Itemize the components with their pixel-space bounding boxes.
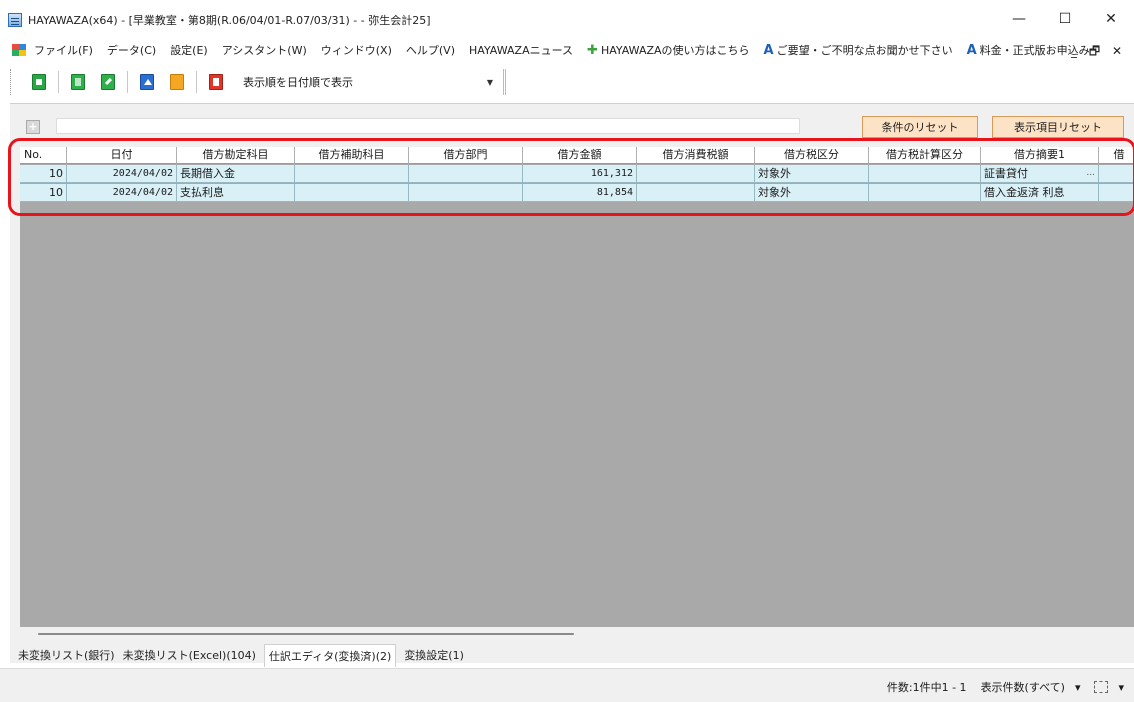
cell-memo[interactable]: 証書貸付 ...: [981, 165, 1099, 183]
table-row[interactable]: 10 2024/04/02 支払利息 81,854 対象外 借入金返済 利息: [20, 184, 1134, 202]
minimize-button[interactable]: —: [996, 0, 1042, 38]
cell-date[interactable]: 2024/04/02: [67, 165, 177, 183]
edit-icon[interactable]: [101, 74, 115, 90]
layout-icon: [1094, 681, 1109, 693]
upload-icon[interactable]: [140, 74, 154, 90]
scrollbar-thumb[interactable]: [38, 633, 574, 635]
toolbar: 表示順を日付順で表示 ▼: [10, 64, 1126, 100]
tab-journal-editor[interactable]: 仕訳エディタ(変換済)(2): [263, 643, 397, 667]
bottom-tabs: 未変換リスト(銀行) 未変換リスト(Excel)(104) 仕訳エディタ(変換済…: [18, 643, 472, 667]
cell-tax-calc[interactable]: [869, 184, 981, 202]
cell-memo-text: 借入金返済 利息: [984, 186, 1065, 199]
folder-icon[interactable]: [170, 74, 184, 90]
dropdown-arrow-icon: ▾: [1118, 680, 1124, 694]
toolbar-end-grip: [503, 69, 506, 95]
column-header[interactable]: 借方摘要1: [981, 147, 1099, 164]
column-header[interactable]: 借: [1099, 147, 1134, 164]
cell-date[interactable]: 2024/04/02: [67, 184, 177, 202]
cell-memo-text: 証書貸付: [984, 167, 1028, 180]
mdi-controls[interactable]: _ 🗗 ✕: [1071, 42, 1126, 63]
cell-tax-calc[interactable]: [869, 165, 981, 183]
sort-order-value: 表示順を日付順で表示: [243, 76, 353, 89]
layout-select[interactable]: ▾: [1094, 681, 1124, 694]
column-header[interactable]: 借方税区分: [755, 147, 869, 164]
menu-news[interactable]: HAYAWAZAニュース: [469, 42, 573, 58]
menu-howto[interactable]: ✚ HAYAWAZAの使い方はこちら: [587, 42, 750, 58]
new-icon[interactable]: [32, 74, 46, 90]
cell-next[interactable]: [1099, 184, 1134, 202]
record-count: 件数:1件中1 - 1: [886, 681, 967, 694]
grid-header: No. 日付 借方勘定科目 借方補助科目 借方部門 借方金額 借方消費税額 借方…: [20, 147, 1134, 164]
journal-grid: No. 日付 借方勘定科目 借方補助科目 借方部門 借方金額 借方消費税額 借方…: [20, 147, 1134, 627]
column-header[interactable]: 日付: [67, 147, 177, 164]
a-logo-icon: A: [763, 42, 774, 58]
cell-amount[interactable]: 81,854: [523, 184, 637, 202]
cell-no[interactable]: 10: [20, 165, 67, 183]
table-row[interactable]: 10 2024/04/02 長期借入金 161,312 対象外 証書貸付 ...: [20, 165, 1134, 183]
maximize-button[interactable]: ☐: [1042, 0, 1088, 38]
sort-order-select[interactable]: 表示順を日付順で表示 ▼: [241, 72, 499, 92]
cell-tax-class[interactable]: 対象外: [755, 165, 869, 183]
tab-conversion-settings[interactable]: 変換設定(1): [404, 647, 464, 663]
tab-unconverted-excel[interactable]: 未変換リスト(Excel)(104): [123, 647, 256, 663]
pdf-icon[interactable]: [209, 74, 223, 90]
reset-conditions-button[interactable]: 条件のリセット: [862, 116, 978, 138]
column-header[interactable]: No.: [20, 147, 67, 164]
cell-tax-class[interactable]: 対象外: [755, 184, 869, 202]
horizontal-scrollbar[interactable]: [20, 628, 1134, 640]
menu-bar: ファイル(F) データ(C) 設定(E) アシスタント(W) ウィンドウ(X) …: [0, 38, 1134, 62]
tab-unconverted-bank[interactable]: 未変換リスト(銀行): [18, 647, 115, 663]
app-icon: [8, 13, 22, 27]
title-bar: HAYAWAZA(x64) - [早業教室・第8期(R.06/04/01-R.0…: [0, 0, 1134, 38]
cell-sub-account[interactable]: [295, 165, 409, 183]
column-header[interactable]: 借方補助科目: [295, 147, 409, 164]
cell-no[interactable]: 10: [20, 184, 67, 202]
toolbar-separator: [196, 71, 197, 93]
column-header[interactable]: 借方消費税額: [637, 147, 755, 164]
column-header[interactable]: 借方税計算区分: [869, 147, 981, 164]
a-logo-icon: A: [966, 42, 977, 58]
cell-next[interactable]: [1099, 165, 1134, 183]
cell-tax[interactable]: [637, 165, 755, 183]
status-bar: 件数:1件中1 - 1 表示件数(すべて) ▾ ▾: [0, 668, 1134, 702]
expand-filter-icon[interactable]: +: [26, 120, 40, 134]
menu-request[interactable]: A ご要望・ご不明な点お聞かせ下さい: [764, 42, 953, 58]
close-button[interactable]: ✕: [1088, 0, 1134, 38]
menu-file[interactable]: ファイル(F): [34, 42, 93, 58]
cell-department[interactable]: [409, 165, 523, 183]
cell-sub-account[interactable]: [295, 184, 409, 202]
column-header[interactable]: 借方金額: [523, 147, 637, 164]
menu-settings[interactable]: 設定(E): [170, 42, 208, 58]
display-count-label: 表示件数(すべて): [980, 681, 1065, 694]
reset-columns-button[interactable]: 表示項目リセット: [992, 116, 1124, 138]
column-header[interactable]: 借方勘定科目: [177, 147, 295, 164]
menu-howto-label: HAYAWAZAの使い方はこちら: [600, 44, 750, 57]
menu-window[interactable]: ウィンドウ(X): [321, 42, 392, 58]
toolbar-separator: [58, 71, 59, 93]
document-icon[interactable]: [12, 44, 26, 56]
dropdown-arrow-icon: ▾: [1074, 680, 1081, 694]
memo-ellipsis-button[interactable]: ...: [1086, 165, 1095, 182]
toolbar-grip[interactable]: [10, 69, 14, 95]
cell-amount[interactable]: 161,312: [523, 165, 637, 183]
column-header[interactable]: 借方部門: [409, 147, 523, 164]
filter-input[interactable]: [56, 118, 800, 134]
cell-department[interactable]: [409, 184, 523, 202]
filter-row: + 条件のリセット 表示項目リセット: [26, 116, 1134, 140]
cell-account[interactable]: 支払利息: [177, 184, 295, 202]
dropdown-arrow-icon: ▼: [486, 77, 493, 87]
window-title: HAYAWAZA(x64) - [早業教室・第8期(R.06/04/01-R.0…: [28, 14, 431, 27]
toolbar-separator: [127, 71, 128, 93]
cell-account[interactable]: 長期借入金: [177, 165, 295, 183]
plus-icon: ✚: [587, 42, 598, 58]
excel-icon[interactable]: [71, 74, 85, 90]
menu-data[interactable]: データ(C): [107, 42, 156, 58]
menu-help[interactable]: ヘルプ(V): [406, 42, 455, 58]
menu-request-label: ご要望・ご不明な点お聞かせ下さい: [776, 44, 953, 57]
display-count-select[interactable]: 表示件数(すべて) ▾: [981, 679, 1081, 695]
cell-memo[interactable]: 借入金返済 利息: [981, 184, 1099, 202]
menu-assistant[interactable]: アシスタント(W): [222, 42, 307, 58]
cell-tax[interactable]: [637, 184, 755, 202]
